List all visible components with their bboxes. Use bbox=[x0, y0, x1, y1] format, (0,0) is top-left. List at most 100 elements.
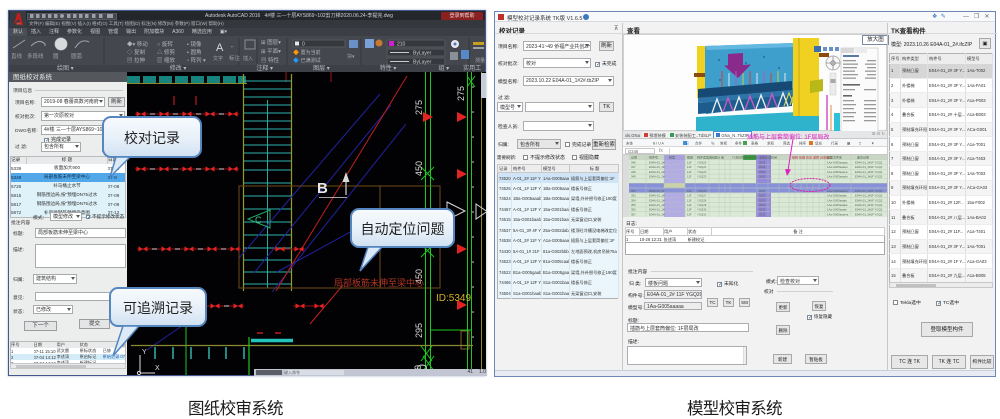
svg-text:E04A-01_2#: E04A-01_2# bbox=[649, 194, 665, 198]
svg-text:ByLayer: ByLayer bbox=[413, 51, 432, 57]
svg-text:1Aa-G005aaaja: 1Aa-G005aaaja bbox=[827, 198, 847, 202]
svg-text:352: 352 bbox=[631, 189, 636, 193]
svg-text:2023: 2023 bbox=[759, 189, 766, 193]
svg-text:11F: 11F bbox=[687, 170, 692, 174]
svg-text:🔶 置为当前: 🔶 置为当前 bbox=[293, 49, 321, 56]
svg-text:宋体: 宋体 bbox=[626, 141, 634, 146]
svg-text:E04A-01_2#1F YGQ2: E04A-01_2#1F YGQ2 bbox=[855, 170, 883, 174]
svg-text:直线: 直线 bbox=[11, 52, 23, 60]
svg-text:◆▾ 移动: ◆▾ 移动 bbox=[127, 40, 148, 48]
svg-text:田: 田 bbox=[685, 142, 689, 146]
svg-text:圆: 圆 bbox=[53, 53, 59, 60]
svg-text:块▾: 块▾ bbox=[347, 53, 355, 60]
svg-text:11F: 11F bbox=[687, 212, 692, 216]
svg-text:条件: 条件 bbox=[735, 141, 743, 146]
svg-text:TK级对标: TK级对标 bbox=[745, 155, 758, 160]
svg-text:356: 356 bbox=[631, 208, 636, 212]
svg-text:E04A-01_2#: E04A-01_2# bbox=[649, 203, 665, 207]
svg-text:275: 275 bbox=[456, 86, 466, 101]
svg-text:▪ 镜像: ▪ 镜像 bbox=[187, 40, 202, 48]
svg-text:插入: 插入 bbox=[243, 55, 253, 62]
svg-text:1Aa-G005aaala: 1Aa-G005aaala bbox=[827, 208, 847, 212]
svg-text:▫ 阵列 ▾: ▫ 阵列 ▾ bbox=[187, 56, 206, 64]
svg-text:1Aa-G005aaaba: 1Aa-G005aaaba bbox=[827, 165, 848, 169]
svg-text:YGQ27: YGQ27 bbox=[697, 194, 707, 198]
svg-text:0: 0 bbox=[302, 42, 305, 48]
svg-text:E04A-01_2#1F YGQ2: E04A-01_2#1F YGQ2 bbox=[855, 175, 883, 179]
svg-text:YGQ23: YGQ23 bbox=[697, 175, 707, 179]
svg-text:349: 349 bbox=[631, 175, 636, 179]
svg-text:△ 修剪: △ 修剪 bbox=[157, 48, 176, 56]
svg-text:2023: 2023 bbox=[759, 170, 766, 174]
svg-text:表格: 表格 bbox=[751, 141, 759, 146]
svg-text:1Aa-G005aaaha: 1Aa-G005aaaha bbox=[827, 189, 848, 193]
svg-text:275: 275 bbox=[414, 100, 424, 115]
svg-text:圆弧: 圆弧 bbox=[71, 52, 83, 60]
svg-text:测量: 测量 bbox=[475, 57, 485, 64]
svg-text:2023: 2023 bbox=[759, 194, 766, 198]
svg-text:E04A-01_2#: E04A-01_2# bbox=[649, 175, 665, 179]
svg-text:级: 级 bbox=[721, 155, 724, 160]
svg-text:YGQ31: YGQ31 bbox=[697, 212, 707, 216]
svg-text:E04A-01_2#1F YGQ2: E04A-01_2#1F YGQ2 bbox=[855, 194, 883, 198]
svg-text:◇ 复制: ◇ 复制 bbox=[127, 48, 146, 56]
svg-text:构件号: 构件号 bbox=[649, 155, 658, 160]
svg-text:备注记录: 备注记录 bbox=[857, 155, 869, 160]
svg-text:2023: 2023 bbox=[759, 165, 766, 169]
svg-text:🔷 已满测试: 🔷 已满测试 bbox=[293, 57, 321, 64]
svg-text:357: 357 bbox=[631, 212, 636, 216]
svg-text:E04A-01_2#1F YGQ2: E04A-01_2#1F YGQ2 bbox=[855, 203, 883, 207]
svg-text:E04A-01_2#: E04A-01_2# bbox=[649, 170, 665, 174]
svg-text:YGQ20: YGQ20 bbox=[697, 161, 707, 165]
svg-text:11F: 11F bbox=[687, 175, 692, 179]
svg-text:E04A-01_2#: E04A-01_2# bbox=[649, 165, 665, 169]
svg-text:▪ 圆角: ▪ 圆角 bbox=[187, 48, 201, 56]
svg-text:E04A-01_2#1F YGQ2: E04A-01_2#1F YGQ2 bbox=[855, 165, 883, 169]
svg-text:1Aa-G005aaaka: 1Aa-G005aaaka bbox=[827, 203, 848, 207]
svg-text:295: 295 bbox=[414, 323, 424, 338]
svg-text:E04A-01_2#1F YGQ2: E04A-01_2#1F YGQ2 bbox=[855, 189, 883, 193]
svg-text:Σ: Σ bbox=[859, 142, 862, 146]
svg-text:ID:5349: ID:5349 bbox=[436, 293, 471, 304]
svg-text:E04A-01_2#: E04A-01_2# bbox=[649, 189, 665, 193]
svg-text:355: 355 bbox=[631, 203, 636, 207]
svg-text:A: A bbox=[216, 42, 224, 54]
svg-text:11F: 11F bbox=[687, 208, 692, 212]
svg-text:1Aa-G005aaama: 1Aa-G005aaama bbox=[827, 212, 849, 216]
svg-text:353: 353 bbox=[631, 194, 636, 198]
svg-text:348: 348 bbox=[631, 170, 636, 174]
svg-text:YGQ30: YGQ30 bbox=[697, 208, 707, 212]
svg-text:C: C bbox=[255, 215, 262, 225]
svg-text:B I U A: B I U A bbox=[653, 142, 665, 146]
svg-text:％: ％ bbox=[711, 142, 715, 146]
svg-text:450: 450 bbox=[414, 161, 424, 176]
svg-text:标注: 标注 bbox=[229, 54, 241, 62]
svg-text:346: 346 bbox=[631, 161, 636, 165]
svg-text:2023: 2023 bbox=[759, 208, 766, 212]
svg-text:2023: 2023 bbox=[759, 198, 766, 202]
svg-text:E04A-01_2#1F YGQ2: E04A-01_2#1F YGQ2 bbox=[855, 212, 883, 216]
svg-text:E04A-01_2#1F YGQ2: E04A-01_2#1F YGQ2 bbox=[855, 208, 883, 212]
svg-text:2023: 2023 bbox=[759, 203, 766, 207]
svg-text:求和: 求和 bbox=[767, 141, 775, 146]
svg-text:YGQ26: YGQ26 bbox=[697, 189, 707, 193]
svg-text:354: 354 bbox=[631, 198, 636, 202]
svg-text:YGQ21: YGQ21 bbox=[697, 165, 707, 169]
svg-text:⌐: ⌐ bbox=[231, 44, 234, 50]
svg-text:1Aa-G005aaaca: 1Aa-G005aaaca bbox=[827, 170, 848, 174]
svg-text:YGQ22: YGQ22 bbox=[697, 170, 707, 174]
svg-text:▥ 缩放: ▥ 缩放 bbox=[157, 56, 176, 64]
svg-text:构件类型名: 构件类型名 bbox=[697, 155, 712, 160]
svg-text:记录: 记录 bbox=[631, 155, 637, 160]
svg-text:E04A-01_2#1F YGQ2: E04A-01_2#1F YGQ2 bbox=[855, 198, 883, 202]
svg-text:楼层: 楼层 bbox=[687, 155, 693, 160]
svg-text:1Aa-G005aaada: 1Aa-G005aaada bbox=[827, 175, 848, 179]
svg-text:▦: ▦ bbox=[847, 142, 851, 146]
svg-text:2023: 2023 bbox=[759, 161, 766, 165]
svg-text:B: B bbox=[317, 180, 328, 197]
svg-text:问题分: 问题分 bbox=[711, 155, 720, 160]
svg-text:E04A-01_2#: E04A-01_2# bbox=[649, 212, 665, 216]
svg-text:填充: 填充 bbox=[815, 141, 823, 146]
svg-text:行高: 行高 bbox=[831, 141, 839, 146]
svg-text:Y: Y bbox=[142, 349, 147, 356]
